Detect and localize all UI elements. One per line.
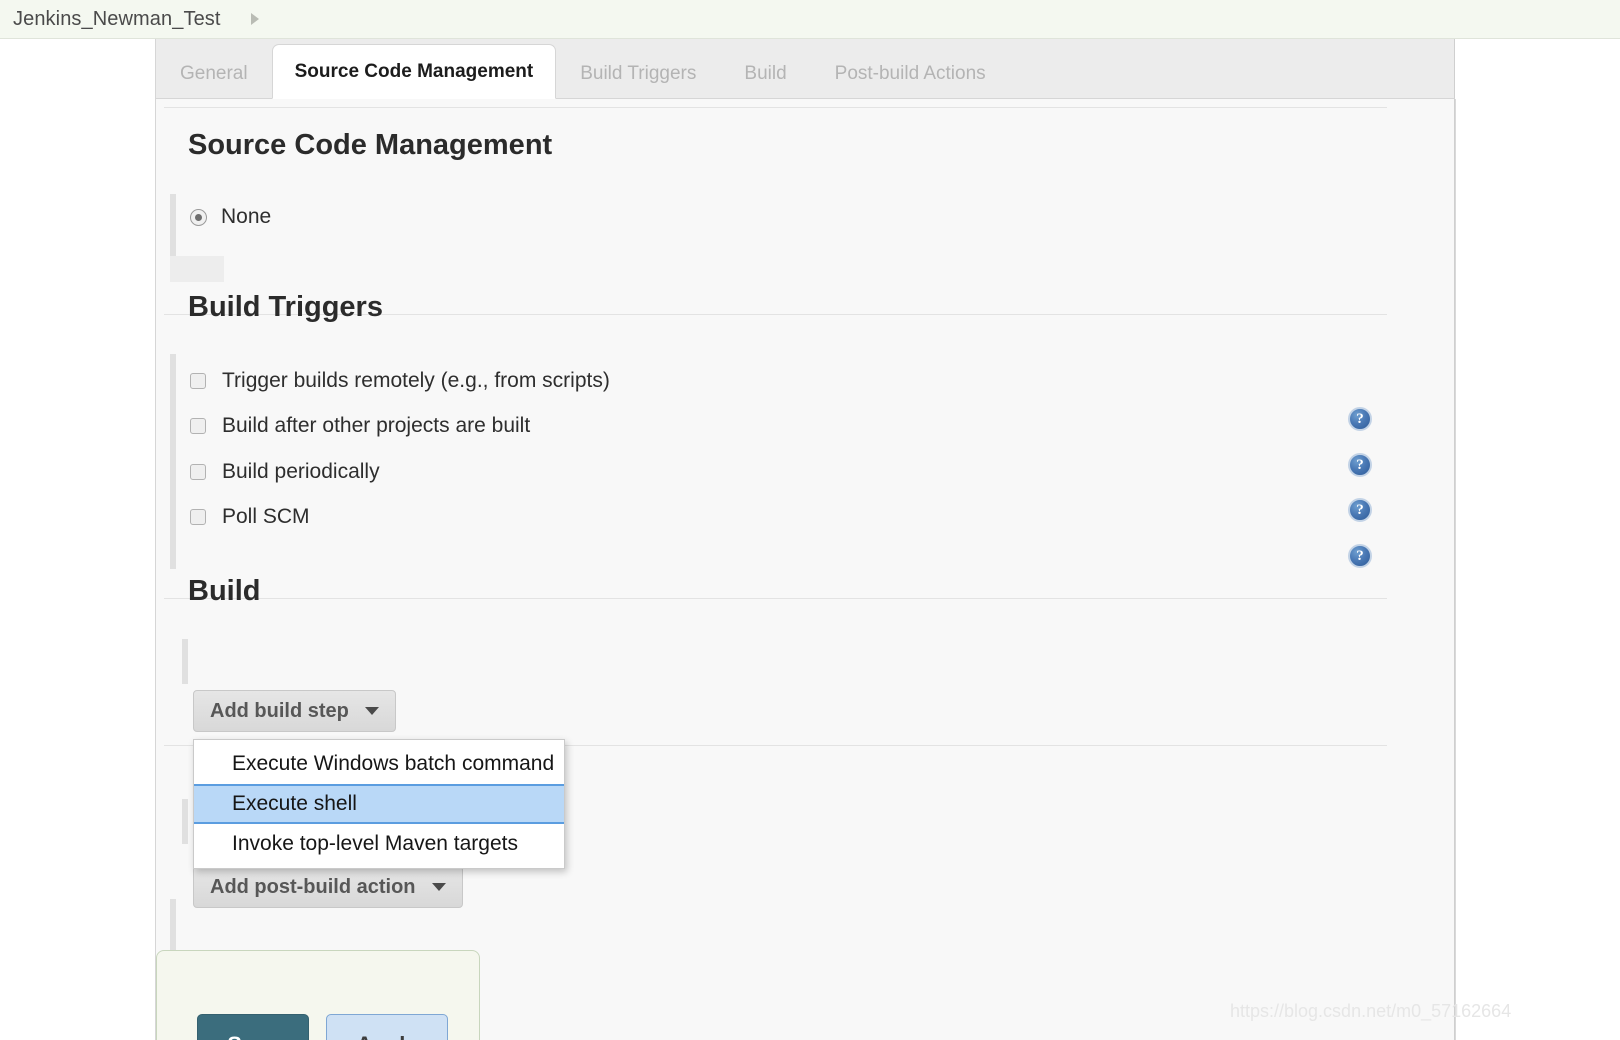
section-title-build: Build [188,575,261,607]
config-tab-strip: General Source Code Management Build Tri… [155,39,1455,99]
help-icon-build-after-other-projects[interactable]: ? [1348,453,1372,477]
tab-post-build-actions[interactable]: Post-build Actions [811,50,1010,98]
scm-option-none-label: None [221,205,272,228]
help-icon-poll-scm[interactable]: ? [1348,544,1372,568]
build-block-indicator [182,639,188,684]
menu-item-execute-shell[interactable]: Execute shell [194,784,564,824]
checkbox-poll-scm[interactable] [190,509,206,525]
chevron-down-icon-post-build [431,883,446,891]
scm-block-footer [170,256,224,282]
poll-scm-label: Poll SCM [222,505,310,528]
jenkins-config-page: Jenkins_Newman_Test General Source Code … [0,0,1620,1040]
chevron-down-icon-build-step [364,707,379,715]
trigger-remote-label: Trigger builds remotely (e.g., from scri… [222,369,610,392]
form-footer-panel: Save Apply [156,950,480,1040]
radio-none[interactable] [190,208,207,226]
help-icon-trigger-builds-remotely[interactable]: ? [1348,407,1372,431]
add-build-step-label: Add build step [210,699,349,722]
add-build-step-button[interactable]: Add build step [193,690,396,732]
tab-build[interactable]: Build [720,50,810,98]
checkbox-trigger-builds-remotely[interactable] [190,373,206,389]
divider-top [164,107,1387,108]
build-periodically-row[interactable]: Build periodically [190,460,380,484]
scm-block-indicator [170,194,176,256]
divider-buildtriggers-build [164,598,1387,599]
checkbox-build-periodically[interactable] [190,464,206,480]
watermark-text: https://blog.csdn.net/m0_57162664 [1230,1001,1512,1021]
tab-build-triggers[interactable]: Build Triggers [556,50,720,98]
caret-right-icon[interactable] [250,13,259,25]
panel-right-border [1455,99,1456,1040]
section-title-source-code-management: Source Code Management [188,129,553,161]
checkbox-build-after-other-projects[interactable] [190,418,206,434]
post-build-block-indicator [182,799,188,844]
breadcrumb-item-project[interactable]: Jenkins_Newman_Test [13,8,221,31]
poll-scm-row[interactable]: Poll SCM [190,505,310,529]
menu-item-execute-windows-batch-command[interactable]: Execute Windows batch command [194,744,564,784]
build-step-dropdown-menu[interactable]: Execute Windows batch command Execute sh… [193,739,565,869]
tab-source-code-management[interactable]: Source Code Management [271,44,557,99]
build-after-projects-row[interactable]: Build after other projects are built [190,414,530,438]
build-after-projects-label: Build after other projects are built [222,414,531,437]
build-periodically-label: Build periodically [222,460,380,483]
apply-button[interactable]: Apply [326,1014,448,1040]
add-post-build-action-label: Add post-build action [210,875,416,898]
help-icon-build-periodically[interactable]: ? [1348,498,1372,522]
trigger-remote-row[interactable]: Trigger builds remotely (e.g., from scri… [190,369,610,393]
section-title-build-triggers: Build Triggers [188,291,383,323]
tab-general[interactable]: General [156,50,272,98]
menu-item-invoke-top-level-maven-targets[interactable]: Invoke top-level Maven targets [194,824,564,864]
add-post-build-action-button[interactable]: Add post-build action [193,866,463,908]
breadcrumb: Jenkins_Newman_Test [0,0,1620,39]
scm-option-none[interactable]: None [190,205,271,229]
save-button[interactable]: Save [197,1014,309,1040]
build-triggers-block-indicator [170,354,176,569]
config-panel: Source Code Management None Build Trigge… [155,99,1455,1040]
page-body: General Source Code Management Build Tri… [0,39,1620,1040]
